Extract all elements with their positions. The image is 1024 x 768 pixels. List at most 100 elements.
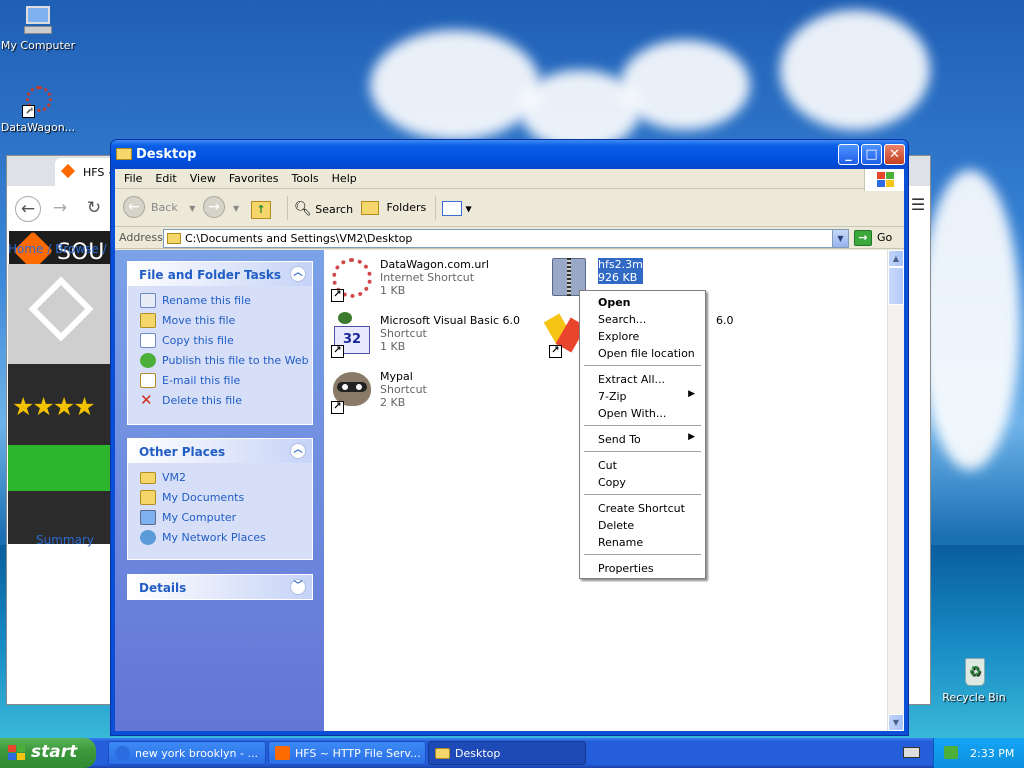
network-tray-icon[interactable] (944, 746, 958, 759)
scroll-thumb[interactable] (888, 267, 904, 305)
download-button[interactable] (8, 445, 110, 491)
ctx-7zip[interactable]: 7-Zip ▶ (582, 387, 703, 404)
menu-view[interactable]: View (184, 169, 223, 188)
recycle-bin-icon: ♻ (958, 656, 990, 688)
scroll-down-button[interactable]: ▼ (888, 714, 904, 731)
ctx-send-to[interactable]: Send To ▶ (582, 430, 703, 447)
address-bar: Address C:\Documents and Settings\VM2\De… (115, 227, 904, 249)
rating-stars: ★★★★ (12, 392, 96, 421)
folder-icon (116, 148, 132, 160)
file-item[interactable]: ↗ Mypal Shortcut 2 KB (328, 368, 528, 418)
menu-favorites[interactable]: Favorites (223, 169, 286, 188)
keyboard-icon[interactable] (903, 747, 920, 758)
breadcrumb[interactable]: Home / Browse / C (8, 242, 119, 256)
datawagon-icon: ↗ (22, 86, 54, 118)
folder-icon (167, 233, 181, 244)
up-folder-button[interactable]: ↑ (251, 196, 271, 220)
expand-icon[interactable]: ﹀ (290, 579, 306, 595)
file-item[interactable]: ↗ DataWagon.com.url Internet Shortcut 1 KB (328, 256, 528, 306)
clock[interactable]: 2:33 PM (970, 747, 1014, 760)
browser-back-button[interactable]: ← (15, 196, 41, 222)
panel-title: Other Places (139, 445, 226, 459)
ctx-explore[interactable]: Explore (582, 327, 703, 344)
folders-icon (361, 201, 379, 215)
task-publish[interactable]: Publish this file to the Web (140, 351, 312, 371)
explorer-window[interactable]: Desktop _ □ ✕ File Edit View Favorites T… (110, 139, 909, 736)
ctx-open-with[interactable]: Open With... (582, 404, 703, 421)
place-my-computer[interactable]: My Computer (140, 508, 312, 528)
menu-tools[interactable]: Tools (286, 169, 326, 188)
sourceforge-tab-icon (60, 163, 76, 179)
panel-header[interactable]: Other Places ︿ (128, 439, 312, 463)
desktop-icon-label: Recycle Bin (942, 691, 1006, 704)
ctx-extract-all[interactable]: Extract All... (582, 370, 703, 387)
task-email[interactable]: E-mail this file (140, 371, 312, 391)
taskbar-item-hfs[interactable]: HFS ~ HTTP File Serv... (268, 741, 426, 765)
address-dropdown-button[interactable]: ▼ (832, 230, 848, 247)
panel-header[interactable]: File and Folder Tasks ︿ (128, 262, 312, 286)
minimize-button[interactable]: _ (838, 144, 859, 165)
start-button[interactable]: start (0, 738, 96, 768)
project-logo (8, 264, 110, 364)
address-label: Address (119, 231, 163, 244)
task-move[interactable]: Move this file (140, 311, 312, 331)
ctx-open[interactable]: Open (582, 293, 703, 310)
search-button[interactable]: 🔍︎ Search (287, 196, 353, 220)
place-my-documents[interactable]: My Documents (140, 488, 312, 508)
menu-edit[interactable]: Edit (149, 169, 183, 188)
ctx-rename[interactable]: Rename (582, 533, 703, 550)
browser-reload-button[interactable]: ↻ (81, 196, 107, 222)
ctx-copy[interactable]: Copy (582, 473, 703, 490)
vertical-scrollbar[interactable]: ▲ ▼ (887, 250, 904, 731)
scroll-up-button[interactable]: ▲ (888, 250, 904, 267)
ctx-search[interactable]: Search... (582, 310, 703, 327)
start-label: start (31, 742, 78, 762)
menu-file[interactable]: File (118, 169, 149, 188)
ctx-create-shortcut[interactable]: Create Shortcut (582, 499, 703, 516)
menu-help[interactable]: Help (326, 169, 364, 188)
taskbar-item-browser[interactable]: new york brooklyn - ... (108, 741, 266, 765)
datawagon-icon: ↗ (328, 256, 374, 302)
desktop-icon-my-computer[interactable]: My Computer (0, 4, 78, 52)
collapse-icon[interactable]: ︿ (290, 266, 306, 282)
ctx-delete[interactable]: Delete (582, 516, 703, 533)
desktop-icon-recycle-bin[interactable]: ♻ Recycle Bin (934, 656, 1014, 704)
delete-x-icon: ✕ (140, 391, 153, 409)
address-field[interactable]: C:\Documents and Settings\VM2\Desktop ▼ (163, 229, 849, 248)
back-button[interactable]: ← Back ▼ (123, 196, 195, 220)
desktop-icon-datawagon[interactable]: ↗ DataWagon... (0, 86, 78, 134)
up-folder-icon: ↑ (251, 201, 271, 219)
desktop-icon-label: My Computer (0, 39, 76, 52)
maximize-button[interactable]: □ (861, 144, 882, 165)
summary-link[interactable]: Summary (36, 533, 94, 547)
task-copy[interactable]: Copy this file (140, 331, 312, 351)
menu-separator (584, 451, 701, 452)
close-button[interactable]: ✕ (884, 144, 905, 165)
collapse-icon[interactable]: ︿ (290, 443, 306, 459)
taskbar-item-desktop[interactable]: Desktop (428, 741, 586, 765)
forward-button[interactable]: → ▼ (203, 196, 239, 220)
go-button[interactable]: → Go (854, 230, 892, 246)
ctx-properties[interactable]: Properties (582, 559, 703, 576)
place-vm2[interactable]: VM2 (140, 468, 312, 488)
window-title: Desktop (136, 147, 197, 162)
ctx-cut[interactable]: Cut (582, 456, 703, 473)
views-button[interactable]: ▼ (435, 196, 472, 220)
ctx-open-file-location[interactable]: Open file location (582, 344, 703, 361)
browser-forward-button[interactable]: → (47, 196, 73, 222)
go-arrow-icon: → (854, 230, 872, 246)
window-titlebar[interactable]: Desktop _ □ ✕ (111, 140, 908, 169)
file-item[interactable]: 32 ↗ Microsoft Visual Basic 6.0 Shortcut 1… (328, 312, 528, 362)
taskbar: start new york brooklyn - ... HFS ~ HTTP… (0, 738, 1024, 768)
panel-header[interactable]: Details ﹀ (128, 575, 312, 599)
desktop-icon-label: DataWagon... (0, 121, 76, 134)
folders-button[interactable]: Folders (361, 196, 426, 220)
search-label: Search (315, 203, 354, 216)
file-name-selected: hfs2.3m (598, 258, 643, 271)
hfs-icon (275, 746, 290, 760)
task-delete[interactable]: ✕ Delete this file (140, 391, 312, 411)
my-computer-icon (22, 4, 54, 36)
place-network[interactable]: My Network Places (140, 528, 312, 548)
ie-icon (115, 746, 130, 760)
task-rename[interactable]: Rename this file (140, 291, 312, 311)
